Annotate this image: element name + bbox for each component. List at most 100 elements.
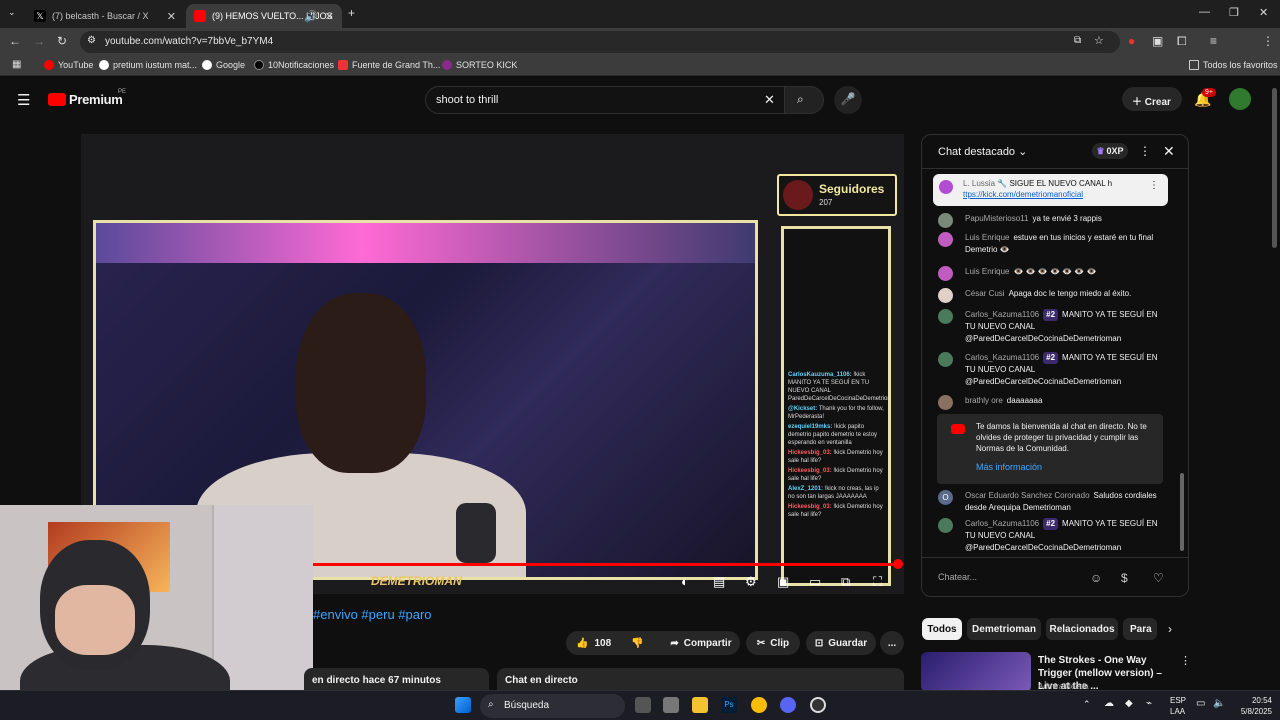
chat-message[interactable]: PapuMisterioso11 ya te envié 3 rappis [938, 213, 1168, 228]
bookmark-youtube[interactable]: YouTube [44, 60, 93, 70]
network-icon[interactable]: ▭ [1196, 698, 1205, 709]
tab-x-search[interactable]: 𝕏 (7) belcasth - Buscar / X ✕ [26, 4, 184, 28]
speaker-icon[interactable]: 🔊 [304, 10, 318, 23]
chevron-right-icon[interactable]: › [1168, 622, 1172, 636]
voice-search-icon[interactable]: 🎤 [834, 86, 862, 114]
dislike-icon[interactable]: 👎 [631, 638, 643, 649]
share-button[interactable]: ➦ Compartir [662, 631, 740, 655]
tray-app-icon[interactable]: ◆ [1125, 698, 1133, 709]
chrome-icon[interactable] [751, 697, 767, 713]
apps-grid-icon[interactable]: ▦ [12, 59, 21, 70]
more-actions-button[interactable]: ... [880, 631, 904, 655]
close-tab-icon[interactable]: ✕ [167, 10, 176, 23]
fullscreen-icon[interactable]: ⛶ [873, 574, 882, 590]
system-clock[interactable]: 20:54 5/8/2025 [1232, 695, 1272, 717]
forward-icon[interactable]: → [33, 34, 45, 48]
pinned-message[interactable]: L. Lussia 🔧 SIGUE EL NUEVO CANAL h ttps:… [933, 174, 1168, 206]
settings-gear-icon[interactable]: ⚙ [745, 574, 757, 590]
menu-icon[interactable]: ☰ [17, 91, 30, 109]
chat-scrollbar[interactable] [1180, 473, 1184, 551]
youtube-logo-icon[interactable] [48, 93, 66, 106]
clip-button[interactable]: ✂ Clip [746, 631, 800, 655]
chat-input[interactable]: Chatear... [938, 568, 1094, 586]
chat-message[interactable]: Carlos_Kazuma1106 #2 MANITO YA TE SEGUÍ EN… [938, 309, 1168, 345]
pinned-link[interactable]: ttps://kick.com/demetriomanoficial [963, 190, 1083, 199]
back-icon[interactable]: ← [9, 34, 21, 48]
tab-search-icon[interactable]: ⌄ [8, 7, 16, 18]
recommended-thumbnail[interactable] [921, 652, 1031, 692]
more-info-link[interactable]: Más información [976, 462, 1151, 473]
progress-scrubber[interactable] [893, 559, 903, 569]
reading-list-icon[interactable]: ≡ [1210, 34, 1217, 48]
chat-mode-dropdown[interactable]: Chat destacado ⌄ [938, 145, 1027, 158]
language-indicator[interactable]: ESP LAA [1170, 695, 1186, 717]
chat-message[interactable]: brathly ore daaaaaaa [938, 395, 1168, 410]
chat-message[interactable]: César Cusi Apaga doc le tengo miedo al éx… [938, 288, 1168, 303]
close-window-icon[interactable]: ✕ [1259, 6, 1268, 19]
restore-icon[interactable]: ❐ [1229, 6, 1239, 19]
emoji-icon[interactable]: ☺ [1090, 571, 1102, 585]
onedrive-icon[interactable]: ☁ [1104, 698, 1114, 709]
chat-message[interactable]: Luis Enrique estuve en tus inicios y esta… [938, 232, 1168, 256]
video-hashtags[interactable]: #envivo #peru #paro [313, 607, 432, 622]
pinned-more-icon[interactable]: ⋮ [1149, 180, 1159, 191]
xp-badge[interactable]: ♛ 0XP [1092, 143, 1128, 159]
browser-menu-icon[interactable]: ⋮ [1262, 34, 1274, 48]
close-chat-icon[interactable]: ✕ [1163, 143, 1175, 160]
theater-mode-icon[interactable]: ▭ [809, 574, 821, 590]
save-button[interactable]: ⊡ Guardar [806, 631, 876, 655]
bookmark-pretium[interactable]: pretium iustum mat... [99, 60, 197, 70]
bookmark-star-icon[interactable]: ☆ [1094, 34, 1104, 47]
site-info-icon[interactable]: ⚙ [87, 35, 96, 46]
tab-youtube[interactable]: (9) HEMOS VUELTO... HIJOS 🔊 ✕ [186, 4, 342, 28]
new-tab-icon[interactable]: + [348, 6, 355, 20]
user-avatar[interactable] [1229, 88, 1251, 110]
photoshop-icon[interactable]: Ps [721, 697, 737, 713]
file-explorer-icon[interactable] [692, 697, 708, 713]
super-chat-icon[interactable]: $ [1121, 571, 1128, 585]
task-view-icon[interactable] [635, 697, 651, 713]
chat-more-icon[interactable]: ⋮ [1139, 144, 1151, 158]
app-icon[interactable] [810, 697, 826, 713]
taskbar-search[interactable]: ⌕ Búsqueda [480, 694, 625, 718]
volume-icon[interactable]: ◐ [681, 574, 689, 589]
progress-bar[interactable] [311, 563, 901, 566]
chat-message[interactable]: Carlos_Kazuma1106 #2 MANITO YA TE SEGUÍ EN… [938, 518, 1168, 554]
page-scrollbar[interactable] [1272, 88, 1277, 248]
cast-icon[interactable]: ⧉ [841, 574, 850, 590]
chat-message[interactable]: O Oscar Eduardo Sanchez Coronado Saludos c… [938, 490, 1168, 514]
like-icon[interactable]: 👍 [576, 638, 588, 649]
tray-chevron-icon[interactable]: ⌃ [1083, 699, 1091, 710]
bookmark-notificaciones[interactable]: 10Notificaciones [254, 60, 334, 70]
chip-para[interactable]: Para [1123, 618, 1157, 640]
reload-icon[interactable]: ↻ [57, 34, 67, 48]
miniplayer-icon[interactable]: ▣ [777, 574, 789, 590]
app-icon[interactable] [663, 697, 679, 713]
discord-icon[interactable] [780, 697, 796, 713]
bookmark-fuente[interactable]: Fuente de Grand Th... [338, 60, 440, 70]
chip-relacionados[interactable]: Relacionados [1046, 618, 1118, 640]
subtitles-icon[interactable]: ▤ [713, 574, 725, 590]
like-count[interactable]: 108 [594, 638, 611, 649]
cast-icon[interactable]: ⧉ [1074, 35, 1081, 46]
address-bar[interactable]: ⚙ youtube.com/watch?v=7bbVe_b7YM4 ⧉ ☆ [80, 31, 1120, 53]
heart-icon[interactable]: ♡ [1153, 571, 1164, 585]
volume-icon[interactable]: 🔈 [1213, 698, 1225, 709]
live-info-card[interactable]: en directo hace 67 minutos [304, 668, 489, 690]
chip-todos[interactable]: Todos [922, 618, 962, 640]
minimize-icon[interactable]: — [1199, 6, 1210, 18]
create-button[interactable]: ＋ Crear [1122, 87, 1182, 111]
chip-demetrioman[interactable]: Demetrioman [967, 618, 1041, 640]
extensions-puzzle-icon[interactable]: ⧠ [1177, 34, 1187, 49]
search-input[interactable]: shoot to thrill ✕ [425, 86, 785, 114]
chat-message[interactable]: Luis Enrique 👁️ 👁️ 👁️ 👁️ 👁️ 👁️ 👁️ [938, 266, 1168, 281]
clear-search-icon[interactable]: ✕ [764, 92, 775, 108]
close-tab-icon[interactable]: ✕ [325, 10, 334, 23]
extension-red-icon[interactable]: ● [1128, 34, 1135, 48]
windows-start-icon[interactable] [455, 697, 471, 713]
chat-message[interactable]: Carlos_Kazuma1106 #2 MANITO YA TE SEGUÍ EN… [938, 352, 1168, 388]
youtube-premium-logo[interactable]: Premium [69, 92, 123, 107]
search-button[interactable]: ⌕ [784, 86, 824, 114]
usb-icon[interactable]: ⌁ [1146, 698, 1152, 709]
bookmark-google[interactable]: Google [202, 60, 245, 70]
